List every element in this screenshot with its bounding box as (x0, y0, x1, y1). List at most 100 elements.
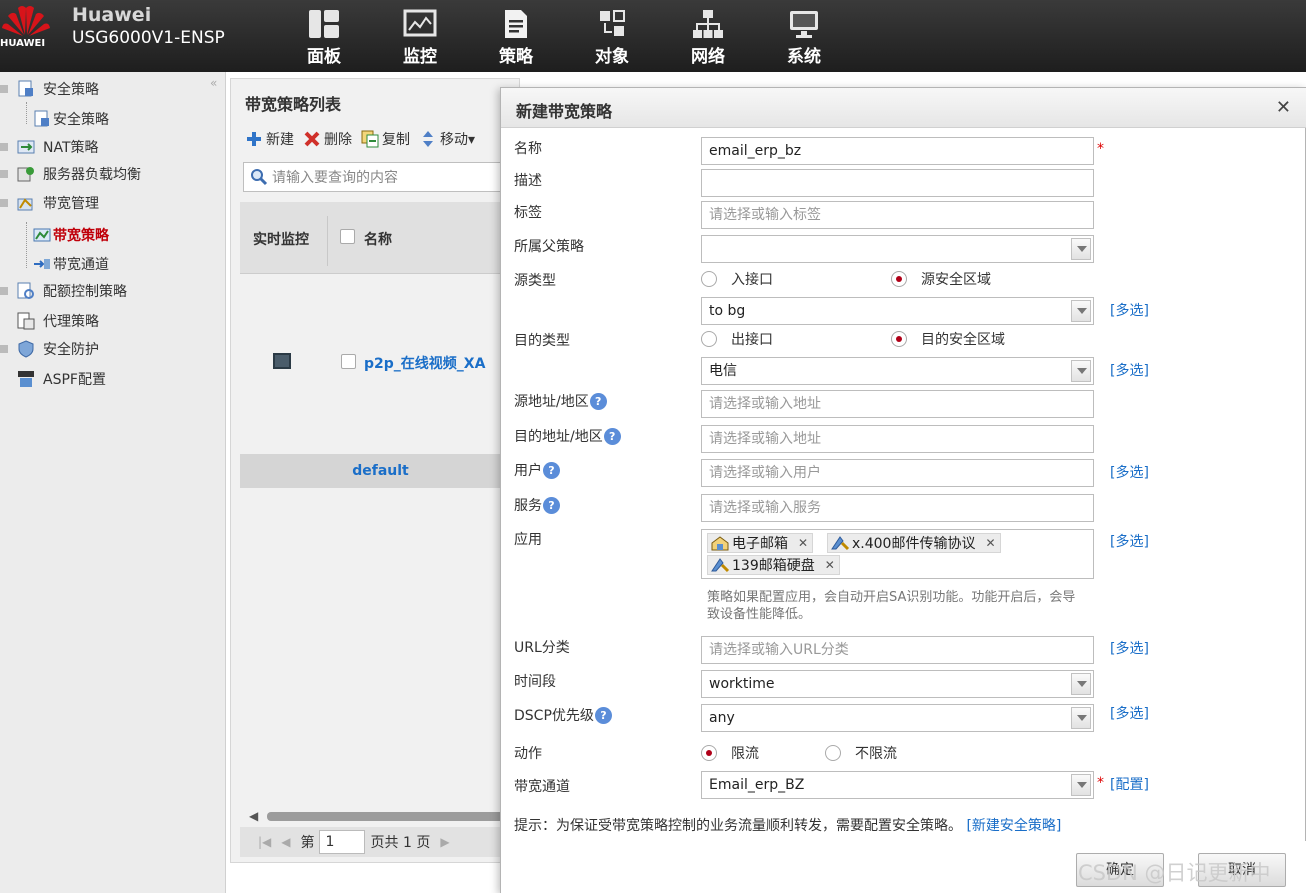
help-icon[interactable]: ? (543, 496, 560, 514)
chevron-down-icon[interactable] (1071, 673, 1091, 695)
chevron-down-icon[interactable] (1071, 774, 1091, 796)
sidebar-item-bandwidth-channel[interactable]: 带宽通道 (33, 252, 109, 276)
nav-label: 系统 (787, 47, 821, 67)
sidebar-item-label: 配额控制策略 (43, 284, 127, 300)
remove-tag-icon[interactable]: ✕ (798, 536, 808, 550)
expand-icon[interactable] (0, 85, 8, 93)
bandwidth-channel-icon (34, 259, 50, 269)
default-policy-row[interactable]: default (240, 454, 521, 488)
parent-policy-select[interactable] (701, 235, 1094, 263)
nav-monitor[interactable]: 监控 (372, 6, 468, 67)
radio-no-limit[interactable]: 不限流 (825, 743, 897, 763)
help-icon[interactable]: ? (603, 427, 621, 445)
tag-input[interactable]: 请选择或输入标签 (701, 201, 1094, 229)
radio-source-zone[interactable]: 源安全区域 (891, 269, 991, 289)
expand-icon[interactable] (0, 287, 8, 295)
table-row[interactable]: p2p_在线视频_XA (240, 274, 521, 454)
nav-network[interactable]: 网络 (660, 6, 756, 67)
delete-button[interactable]: 删除 (303, 129, 352, 149)
select-all-checkbox[interactable] (340, 229, 355, 244)
chevron-down-icon[interactable] (1071, 238, 1091, 260)
source-zone-multiselect-link[interactable]: [多选] (1110, 300, 1149, 320)
dscp-label: DSCP优先级 ? (514, 705, 612, 725)
help-icon[interactable]: ? (594, 706, 612, 724)
move-button[interactable]: 移动▾ (419, 129, 475, 149)
configure-channel-link[interactable]: [配置] (1110, 774, 1149, 794)
user-input[interactable]: 请选择或输入用户 (701, 459, 1094, 487)
source-zone-select[interactable]: to bg (701, 297, 1094, 325)
horizontal-scrollbar[interactable]: ◀ (247, 809, 521, 823)
next-page-button[interactable]: ▶ (440, 835, 449, 849)
sidebar-item-proxy-policy[interactable]: 代理策略 (17, 309, 99, 333)
time-range-select[interactable]: worktime (701, 670, 1094, 698)
new-security-policy-link[interactable]: [新建安全策略] (966, 818, 1061, 834)
chevron-down-icon[interactable] (1071, 300, 1091, 322)
nav-policy[interactable]: 策略 (468, 6, 564, 67)
row-checkbox[interactable] (341, 354, 356, 369)
sidebar-item-security-policy[interactable]: 安全策略 (33, 107, 109, 131)
close-icon[interactable]: ✕ (1276, 97, 1291, 118)
radio-outbound-interface[interactable]: 出接口 (701, 329, 773, 349)
sidebar-item-nat-policy[interactable]: NAT策略 (0, 135, 99, 159)
expand-icon[interactable] (0, 199, 8, 207)
nav-object[interactable]: 对象 (564, 6, 660, 67)
source-address-input[interactable]: 请选择或输入地址 (701, 390, 1094, 418)
expand-icon[interactable] (0, 143, 8, 151)
collapse-sidebar-button[interactable]: « (210, 76, 217, 90)
copy-button[interactable]: 复制 (361, 129, 410, 149)
radio-inbound-interface[interactable]: 入接口 (701, 269, 773, 289)
aspf-icon (18, 371, 34, 387)
scrollbar-thumb[interactable] (267, 812, 517, 821)
name-input[interactable]: email_erp_bz (701, 137, 1094, 165)
nav-dashboard[interactable]: 面板 (276, 6, 372, 67)
radio-circle-selected[interactable] (891, 271, 907, 287)
expand-icon[interactable] (0, 170, 8, 178)
dscp-select[interactable]: any (701, 704, 1094, 732)
remove-tag-icon[interactable]: ✕ (825, 558, 835, 572)
service-input[interactable]: 请选择或输入服务 (701, 494, 1094, 522)
radio-limit-rate[interactable]: 限流 (701, 743, 759, 763)
help-icon[interactable]: ? (543, 461, 560, 479)
bandwidth-channel-select[interactable]: Email_erp_BZ (701, 771, 1094, 799)
radio-circle[interactable] (701, 331, 717, 347)
prev-page-button[interactable]: ◀ (281, 835, 290, 849)
remove-tag-icon[interactable]: ✕ (985, 536, 995, 550)
radio-circle[interactable] (701, 271, 717, 287)
description-input[interactable] (701, 169, 1094, 197)
sidebar-item-bandwidth-management[interactable]: 带宽管理 (0, 191, 99, 215)
security-policy-icon (18, 80, 33, 97)
application-multiselect-link[interactable]: [多选] (1110, 531, 1149, 551)
application-tag-input[interactable]: 电子邮箱 ✕ x.400邮件传输协议 ✕ 139邮箱硬盘 ✕ (701, 529, 1094, 579)
url-category-multiselect-link[interactable]: [多选] (1110, 638, 1149, 658)
dest-zone-select[interactable]: 电信 (701, 357, 1094, 385)
dscp-multiselect-link[interactable]: [多选] (1110, 703, 1149, 723)
user-multiselect-link[interactable]: [多选] (1110, 462, 1149, 482)
url-category-input[interactable]: 请选择或输入URL分类 (701, 636, 1094, 664)
sidebar-item-security-protection[interactable]: 安全防护 (0, 337, 99, 361)
dest-type-label: 目的类型 (514, 333, 570, 349)
radio-label: 限流 (731, 746, 759, 762)
radio-circle-selected[interactable] (891, 331, 907, 347)
radio-circle-selected[interactable] (701, 745, 717, 761)
sidebar-item-bandwidth-policy[interactable]: 带宽策略 (33, 223, 109, 247)
first-page-button[interactable]: |◀ (258, 835, 271, 849)
policy-name-link[interactable]: p2p_在线视频_XA (364, 353, 485, 373)
dest-address-input[interactable]: 请选择或输入地址 (701, 425, 1094, 453)
chevron-down-icon[interactable] (1071, 360, 1091, 382)
search-input[interactable]: 请输入要查询的内容 (243, 162, 513, 192)
sidebar-item-aspf-config[interactable]: ASPF配置 (17, 367, 106, 391)
sidebar-item-security-policy-group[interactable]: 安全策略 (0, 77, 99, 101)
help-icon[interactable]: ? (589, 392, 607, 410)
nav-system[interactable]: 系统 (756, 6, 852, 67)
radio-dest-zone[interactable]: 目的安全区域 (891, 329, 1005, 349)
page-number-input[interactable]: 1 (318, 830, 365, 854)
scroll-left-icon[interactable]: ◀ (249, 809, 258, 823)
new-button[interactable]: 新建 (245, 129, 294, 149)
sidebar-item-server-load-balancing[interactable]: 服务器负载均衡 (0, 162, 141, 186)
dest-zone-multiselect-link[interactable]: [多选] (1110, 360, 1149, 380)
expand-icon[interactable] (0, 345, 8, 353)
sidebar-item-quota-control-policy[interactable]: 配额控制策略 (0, 279, 127, 303)
radio-circle[interactable] (825, 745, 841, 761)
chevron-down-icon[interactable] (1071, 707, 1091, 729)
realtime-monitor-icon[interactable] (273, 353, 291, 369)
